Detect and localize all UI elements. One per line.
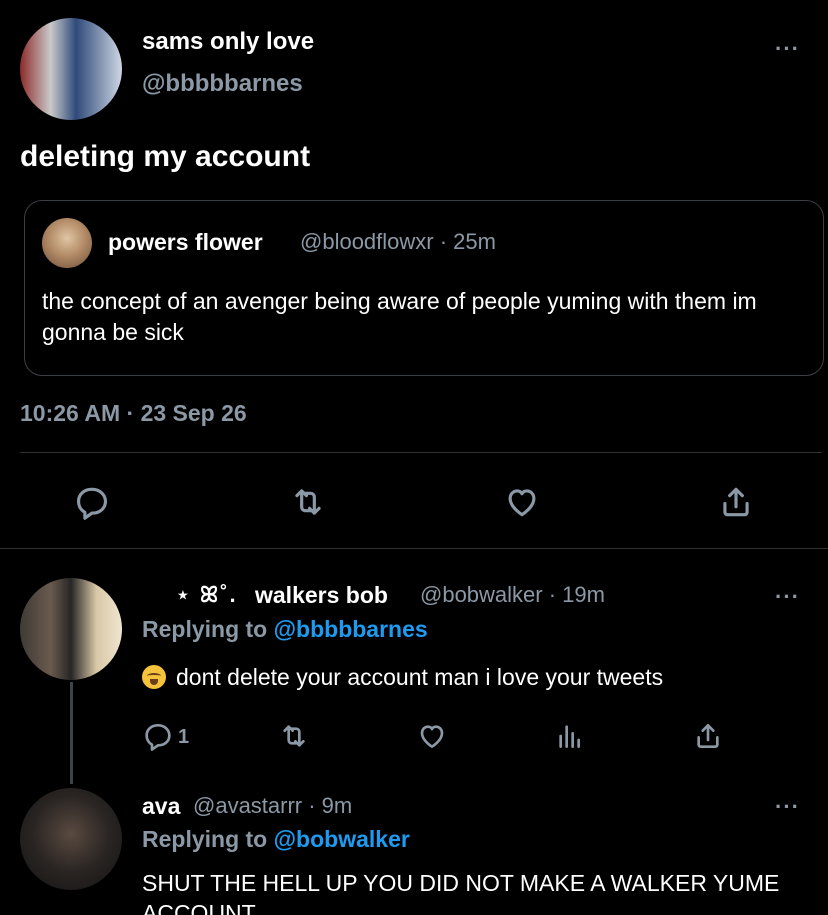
quoted-text: the concept of an avenger being aware of… xyxy=(42,288,757,345)
display-name[interactable]: ava xyxy=(142,793,180,820)
handle-time[interactable]: @bobwalker · 19m xyxy=(420,582,605,608)
share-icon[interactable] xyxy=(716,482,756,522)
retweet-icon[interactable] xyxy=(276,718,312,754)
quoted-handle-time: @bloodflowxr · 25m xyxy=(300,229,496,254)
reply-icon[interactable] xyxy=(140,718,176,754)
thread-line xyxy=(70,682,73,784)
retweet-icon[interactable] xyxy=(288,482,328,522)
replying-to: Replying to @bbbbbarnes xyxy=(142,616,428,643)
reply-text: dont delete your account man i love your… xyxy=(176,664,664,690)
avatar[interactable] xyxy=(20,788,122,890)
divider xyxy=(20,452,822,453)
avatar[interactable] xyxy=(20,578,122,680)
handle-time[interactable]: @avastarrr · 9m xyxy=(193,793,352,819)
mention-link[interactable]: @bobwalker xyxy=(274,826,410,852)
share-icon[interactable] xyxy=(690,718,726,754)
avatar[interactable] xyxy=(20,18,122,120)
quoted-display-name: powers flower xyxy=(108,229,263,255)
display-name[interactable]: walkers bob xyxy=(255,582,388,609)
divider xyxy=(0,548,828,549)
more-icon[interactable]: ··· xyxy=(775,584,800,610)
like-icon[interactable] xyxy=(502,482,542,522)
reply-text-row: dont delete your account man i love your… xyxy=(142,664,663,691)
reply-count: 1 xyxy=(178,726,190,748)
display-name[interactable]: sams only love xyxy=(142,28,314,56)
mention-link[interactable]: @bbbbbarnes xyxy=(274,616,428,642)
tweet-timestamp[interactable]: 10:26 AM · 23 Sep 26 xyxy=(20,400,247,427)
name-decoration: ⋆ ꕤ˚. xyxy=(176,582,238,607)
more-icon[interactable]: ··· xyxy=(775,36,800,62)
reply-text: SHUT THE HELL UP YOU DID NOT MAKE A WALK… xyxy=(142,870,780,915)
analytics-icon[interactable] xyxy=(552,718,588,754)
handle[interactable]: @bbbbbarnes xyxy=(142,70,303,98)
replying-to: Replying to @bobwalker xyxy=(142,826,410,853)
like-icon[interactable] xyxy=(414,718,450,754)
crying-emoji-icon xyxy=(142,665,166,689)
replying-to-label: Replying to xyxy=(142,826,274,852)
tweet-text: deleting my account xyxy=(20,140,311,173)
quoted-avatar xyxy=(42,218,92,268)
more-icon[interactable]: ··· xyxy=(775,794,800,820)
reply-icon[interactable] xyxy=(72,482,112,522)
replying-to-label: Replying to xyxy=(142,616,274,642)
